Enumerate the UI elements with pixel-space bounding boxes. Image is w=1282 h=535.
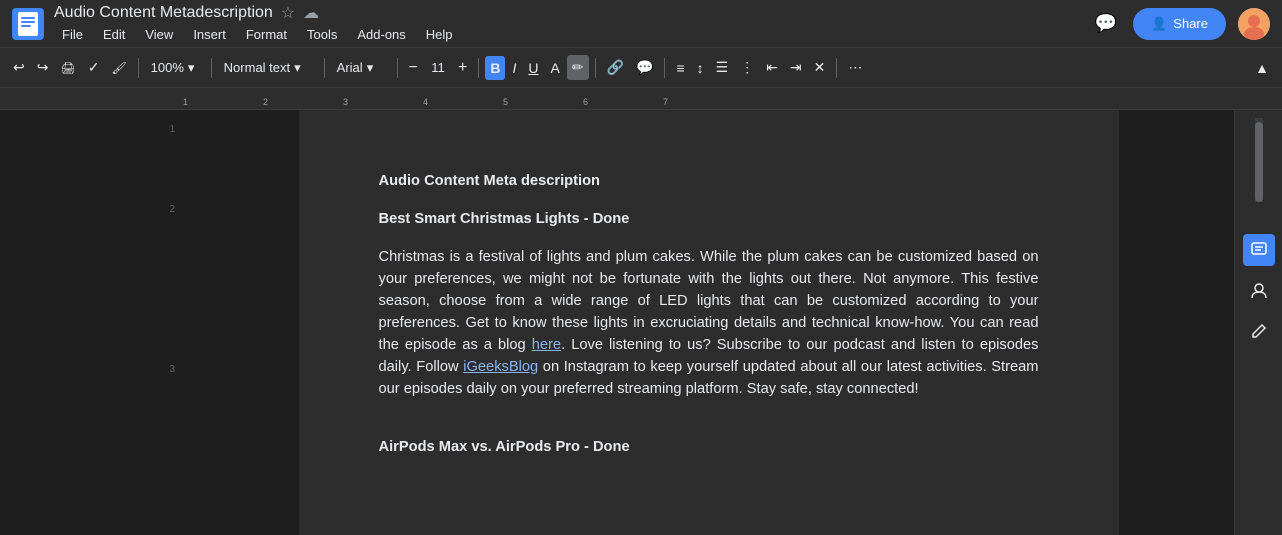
text-color-button[interactable]: A	[546, 56, 565, 80]
font-selector[interactable]: Arial ▾	[331, 57, 391, 79]
menu-bar: File Edit View Insert Format Tools Add-o…	[54, 25, 1081, 44]
document-area[interactable]: Audio Content Meta description Best Smar…	[183, 110, 1234, 535]
separator-2	[211, 58, 212, 78]
undo-button[interactable]: ↩	[8, 55, 30, 80]
italic-button[interactable]: I	[507, 56, 521, 80]
sidebar-icon-chat[interactable]	[1243, 234, 1275, 266]
left-margin: 1 2 3	[0, 110, 183, 535]
comment-button[interactable]: 💬	[631, 55, 658, 80]
more-options-button[interactable]: ⋯	[843, 55, 867, 80]
app-icon	[12, 8, 44, 40]
cloud-icon[interactable]: ☁	[303, 3, 319, 23]
sidebar-icon-user[interactable]	[1243, 274, 1275, 306]
font-size-increase[interactable]: +	[453, 57, 472, 79]
menu-view[interactable]: View	[137, 25, 181, 44]
redo-button[interactable]: ↪	[32, 55, 54, 80]
share-label: Share	[1173, 16, 1208, 31]
title-area: Audio Content Metadescription ☆ ☁ File E…	[54, 3, 1081, 44]
doc-title-row: Audio Content Metadescription ☆ ☁	[54, 3, 1081, 23]
scrollbar-track[interactable]	[1255, 118, 1263, 202]
separator-3	[324, 58, 325, 78]
font-value: Arial	[337, 60, 363, 75]
menu-addons[interactable]: Add-ons	[349, 25, 413, 44]
document-subheading-1: Best Smart Christmas Lights - Done	[379, 208, 1039, 230]
print-button[interactable]: 🖨	[55, 57, 80, 79]
separator-7	[664, 58, 665, 78]
separator-8	[836, 58, 837, 78]
menu-format[interactable]: Format	[238, 25, 295, 44]
zoom-value: 100%	[151, 60, 184, 75]
menu-tools[interactable]: Tools	[299, 25, 345, 44]
collapse-toolbar-button[interactable]: ▲	[1250, 56, 1274, 80]
paint-format-button[interactable]: 🖌	[106, 57, 131, 79]
style-value: Normal text	[224, 60, 290, 75]
numbered-list-button[interactable]: ⋮	[735, 55, 759, 80]
font-chevron: ▾	[367, 60, 374, 76]
increase-indent-button[interactable]: ⇥	[785, 55, 807, 80]
star-icon[interactable]: ☆	[281, 3, 295, 23]
link-button[interactable]: 🔗	[602, 55, 629, 80]
right-sidebar	[1234, 110, 1282, 535]
top-bar: Audio Content Metadescription ☆ ☁ File E…	[0, 0, 1282, 48]
paragraph-1-link-here[interactable]: here	[532, 337, 561, 353]
title-icons: ☆ ☁	[281, 3, 319, 23]
document-title[interactable]: Audio Content Metadescription	[54, 4, 273, 22]
top-right: 💬 👤 Share	[1091, 8, 1270, 40]
separator-5	[478, 58, 479, 78]
document-subheading-2: AirPods Max vs. AirPods Pro - Done	[379, 436, 1039, 458]
separator-4	[397, 58, 398, 78]
align-button[interactable]: ≡	[671, 56, 689, 80]
highlight-button[interactable]: ✏	[567, 55, 589, 80]
ruler: 1 2 3 4 5 6 7	[0, 88, 1282, 110]
menu-insert[interactable]: Insert	[185, 25, 234, 44]
underline-button[interactable]: U	[523, 56, 543, 80]
font-size-input[interactable]	[424, 60, 452, 75]
paragraph-1-link-igeeks[interactable]: iGeeksBlog	[463, 359, 538, 375]
paragraph-spacer	[379, 416, 1039, 436]
main-area: 1 2 3 Audio Content Meta description Bes…	[0, 110, 1282, 535]
menu-file[interactable]: File	[54, 25, 91, 44]
document-main-heading: Audio Content Meta description	[379, 170, 1039, 192]
separator-1	[138, 58, 139, 78]
ruler-content: 1 2 3 4 5 6 7	[183, 88, 1262, 109]
user-avatar[interactable]	[1238, 8, 1270, 40]
document-page: Audio Content Meta description Best Smar…	[299, 110, 1119, 535]
line-numbers: 1 2 3	[169, 120, 175, 380]
menu-edit[interactable]: Edit	[95, 25, 133, 44]
style-chevron: ▾	[294, 60, 301, 76]
bold-button[interactable]: B	[485, 56, 505, 80]
zoom-chevron: ▾	[188, 60, 195, 76]
document-paragraph-1: Christmas is a festival of lights and pl…	[379, 246, 1039, 400]
font-size-area: − +	[404, 57, 473, 79]
font-size-decrease[interactable]: −	[404, 57, 423, 79]
menu-help[interactable]: Help	[418, 25, 461, 44]
style-selector[interactable]: Normal text ▾	[218, 57, 318, 79]
separator-6	[595, 58, 596, 78]
decrease-indent-button[interactable]: ⇤	[761, 55, 783, 80]
spellcheck-button[interactable]: ✓	[83, 55, 105, 80]
zoom-selector[interactable]: 100% ▾	[145, 57, 205, 79]
scrollbar-thumb[interactable]	[1255, 122, 1263, 202]
sidebar-icon-edit[interactable]	[1243, 314, 1275, 346]
toolbar: ↩ ↪ 🖨 ✓ 🖌 100% ▾ Normal text ▾ Arial ▾ −…	[0, 48, 1282, 88]
bullet-list-button[interactable]: ☰	[711, 55, 734, 80]
share-icon: 👤	[1151, 16, 1167, 32]
share-button[interactable]: 👤 Share	[1133, 8, 1226, 40]
line-spacing-button[interactable]: ↕	[692, 56, 709, 80]
chat-icon[interactable]: 💬	[1091, 9, 1121, 38]
clear-format-button[interactable]: ✕	[809, 55, 831, 80]
